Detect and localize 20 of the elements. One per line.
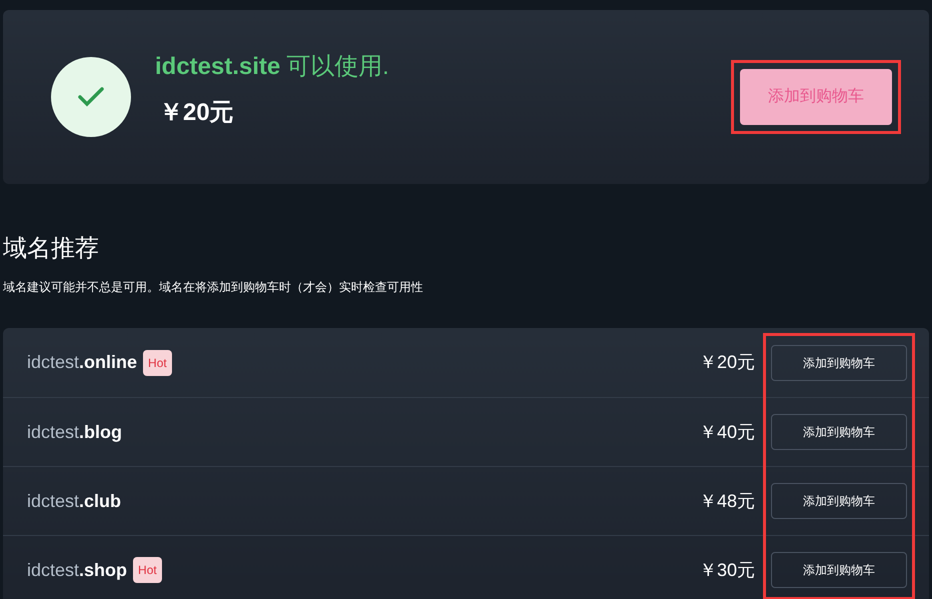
add-to-cart-button[interactable]: 添加到购物车 xyxy=(771,552,907,588)
hot-badge: Hot xyxy=(143,350,172,376)
domain-name: idctest.site xyxy=(155,52,280,82)
availability-status: 可以使用. xyxy=(286,52,390,82)
domain-price: ￥20元 xyxy=(698,351,755,374)
domain-name: idctest.club xyxy=(27,490,122,512)
domain-price: ￥40元 xyxy=(698,420,755,444)
hot-badge: Hot xyxy=(133,557,162,583)
add-to-cart-button[interactable]: 添加到购物车 xyxy=(771,344,907,380)
domain-price: ￥20元 xyxy=(159,98,235,128)
add-to-cart-button[interactable]: 添加到购物车 xyxy=(771,483,907,519)
domain-name: idctest.shop xyxy=(27,558,128,582)
domain-price: ￥30元 xyxy=(698,558,755,582)
domain-name: idctest.blog xyxy=(27,420,122,444)
check-icon xyxy=(78,87,104,107)
add-to-cart-button[interactable]: 添加到购物车 xyxy=(771,414,907,450)
domain-name: idctest.online xyxy=(27,351,138,374)
domain-price: ￥48元 xyxy=(698,490,755,512)
section-note: 域名建议可能并不总是可用。域名在将添加到购物车时（才会）实时检查可用性 xyxy=(3,279,424,296)
section-title: 域名推荐 xyxy=(3,234,100,264)
